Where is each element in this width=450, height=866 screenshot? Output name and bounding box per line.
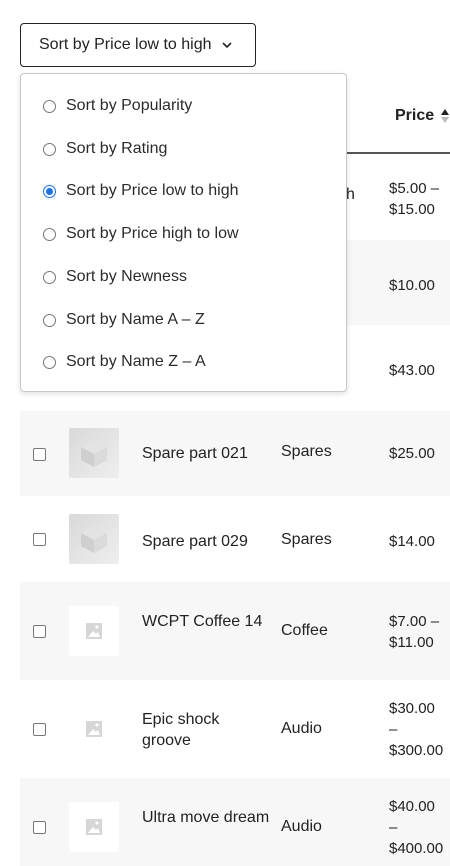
sort-option-popularity[interactable]: Sort by Popularity [43, 94, 192, 118]
price-cell: $7.00 – $11.00 [389, 613, 440, 651]
category-cell: Audio [281, 720, 322, 737]
product-name[interactable]: Ultra move dream [142, 807, 272, 828]
product-thumbnail[interactable] [69, 514, 119, 564]
row-checkbox[interactable] [33, 625, 46, 638]
category-cell: Audio [281, 818, 322, 835]
radio-button[interactable] [43, 227, 56, 241]
table-row: WCPT Coffee 14 Coffee $7.00 – $11.00 [20, 582, 450, 680]
radio-button[interactable] [43, 313, 56, 327]
radio-button-selected[interactable] [43, 184, 56, 198]
sort-option-price-desc[interactable]: Sort by Price high to low [43, 222, 239, 246]
product-name[interactable]: Spare part 021 [142, 443, 272, 464]
product-thumbnail[interactable] [69, 606, 119, 656]
sort-option-name-desc[interactable]: Sort by Name Z – A [43, 350, 206, 374]
sort-dropdown-label: Sort by Price low to high [39, 36, 212, 53]
row-checkbox[interactable] [33, 821, 46, 834]
price-cell: $40.00 – $400.00 [389, 798, 444, 857]
sort-option-price-asc[interactable]: Sort by Price low to high [43, 179, 239, 203]
row-checkbox[interactable] [33, 533, 46, 546]
price-cell: $30.00 – $300.00 [389, 700, 444, 759]
sort-option-rating[interactable]: Sort by Rating [43, 137, 167, 161]
price-cell: $43.00 [389, 362, 435, 379]
cube-icon [81, 526, 107, 553]
product-thumbnail[interactable] [69, 704, 119, 754]
radio-button[interactable] [43, 355, 56, 369]
sort-arrows-icon [441, 109, 450, 123]
image-placeholder-icon [86, 819, 102, 835]
sort-option-name-asc[interactable]: Sort by Name A – Z [43, 308, 205, 332]
row-checkbox[interactable] [33, 448, 46, 461]
image-placeholder-icon [86, 721, 102, 737]
row-checkbox[interactable] [33, 723, 46, 736]
image-placeholder-icon [86, 623, 102, 639]
category-cell: Coffee [281, 622, 328, 639]
sort-option-newness[interactable]: Sort by Newness [43, 265, 187, 289]
product-name[interactable]: Spare part 029 [142, 531, 272, 552]
sort-options-menu: Sort by Popularity Sort by Rating Sort b… [20, 73, 347, 392]
price-cell: $25.00 [389, 445, 435, 462]
radio-button[interactable] [43, 142, 56, 156]
price-column-header[interactable]: Price [395, 107, 450, 125]
sort-dropdown-button[interactable]: Sort by Price low to high [20, 23, 256, 67]
table-row: Epic shock groove Audio $30.00 – $300.00 [20, 680, 450, 778]
chevron-down-icon [221, 42, 232, 49]
cube-icon [81, 440, 107, 467]
product-name[interactable]: Epic shock groove [142, 709, 272, 751]
product-name[interactable]: WCPT Coffee 14 [142, 611, 272, 632]
table-row: Ultra move dream Audio $40.00 – $400.00 [20, 778, 450, 866]
table-row: Spare part 021 Spares $25.00 [20, 411, 450, 496]
category-cell: h [346, 186, 355, 203]
radio-button[interactable] [43, 270, 56, 284]
product-thumbnail[interactable] [69, 802, 119, 852]
product-thumbnail[interactable] [69, 428, 119, 478]
table-row: Spare part 029 Spares $14.00 [20, 496, 450, 582]
category-cell: Spares [281, 443, 332, 460]
category-cell: Spares [281, 531, 332, 548]
price-cell: $5.00 – $15.00 [389, 180, 440, 218]
price-cell: $14.00 [389, 533, 435, 550]
price-cell: $10.00 [389, 277, 435, 294]
radio-button[interactable] [43, 99, 56, 113]
